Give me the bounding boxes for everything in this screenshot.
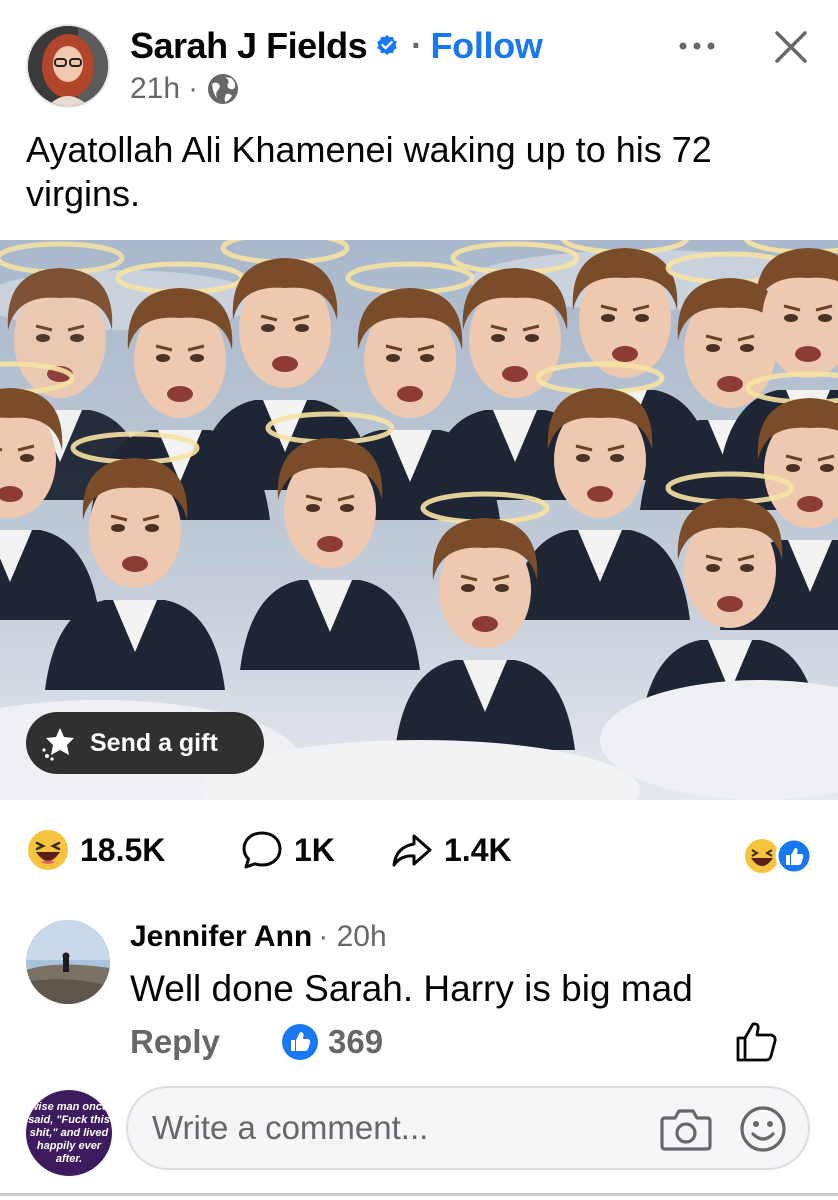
haha-icon [745,839,779,873]
comment-composer: wise man once said, "Fuck this shit," an… [0,1080,838,1200]
send-gift-label: Send a gift [90,728,218,757]
more-icon [679,42,715,50]
reactions-value: 18.5K [80,831,166,868]
current-user-avatar-text: wise man once said, "Fuck this shit," an… [28,1100,110,1165]
commenter-avatar[interactable] [26,920,110,1004]
haha-icon [28,830,68,870]
camera-icon[interactable] [660,1106,712,1152]
emoji-icon[interactable] [738,1104,788,1154]
comment-time[interactable]: · 20h [318,920,386,954]
globe-icon [208,74,239,104]
post-time[interactable]: 21h [130,72,180,106]
reactions-count[interactable]: 18.5K [26,822,165,878]
comment: Jennifer Ann · 20h Well done Sarah. Harr… [26,916,816,1076]
comment-input[interactable] [152,1109,632,1147]
more-options-button[interactable] [674,24,720,68]
send-gift-button[interactable]: Send a gift [26,712,264,774]
close-icon [775,31,807,63]
post-header: Sarah J Fields · Follow 21h · [0,0,838,120]
comments-count[interactable]: 1K [240,822,335,878]
like-icon [775,837,813,875]
comment-text: Well done Sarah. Harry is big mad [130,968,693,1009]
thumbs-up-icon [736,1022,777,1062]
verified-badge-icon [377,35,397,55]
bottom-divider [0,1193,838,1196]
current-user-avatar[interactable]: wise man once said, "Fuck this shit," an… [26,1090,112,1176]
comment-like-count[interactable]: 369 [280,1020,383,1064]
meta-separator: · [188,72,199,105]
shares-value: 1.4K [444,831,512,868]
header-separator: · [411,26,423,65]
comment-input-box[interactable] [126,1086,810,1170]
reaction-pile[interactable] [742,836,816,876]
author-name[interactable]: Sarah J Fields [130,25,368,67]
comment-icon [242,831,282,869]
comment-header: Jennifer Ann · 20h [130,920,387,954]
comment-actions: Reply 369 [130,1020,816,1064]
close-button[interactable] [768,24,814,70]
post-text: Ayatollah Ali Khamenei waking up to his … [26,129,712,214]
comment-like-value: 369 [328,1023,384,1060]
comments-value: 1K [294,831,335,868]
follow-button[interactable]: Follow [430,25,542,67]
comment-like-button[interactable] [732,1016,782,1066]
post-stats: 18.5K 1K 1.4K [26,822,816,878]
author-row: Sarah J Fields · Follow [130,24,543,68]
gift-icon [42,728,74,761]
shares-count[interactable]: 1.4K [390,822,512,878]
commenter-name[interactable]: Jennifer Ann [130,920,312,954]
author-avatar[interactable] [26,24,110,108]
reply-button[interactable]: Reply [130,1023,220,1061]
like-icon [282,1024,318,1060]
post-meta: 21h · [130,72,240,106]
share-icon [392,834,432,867]
